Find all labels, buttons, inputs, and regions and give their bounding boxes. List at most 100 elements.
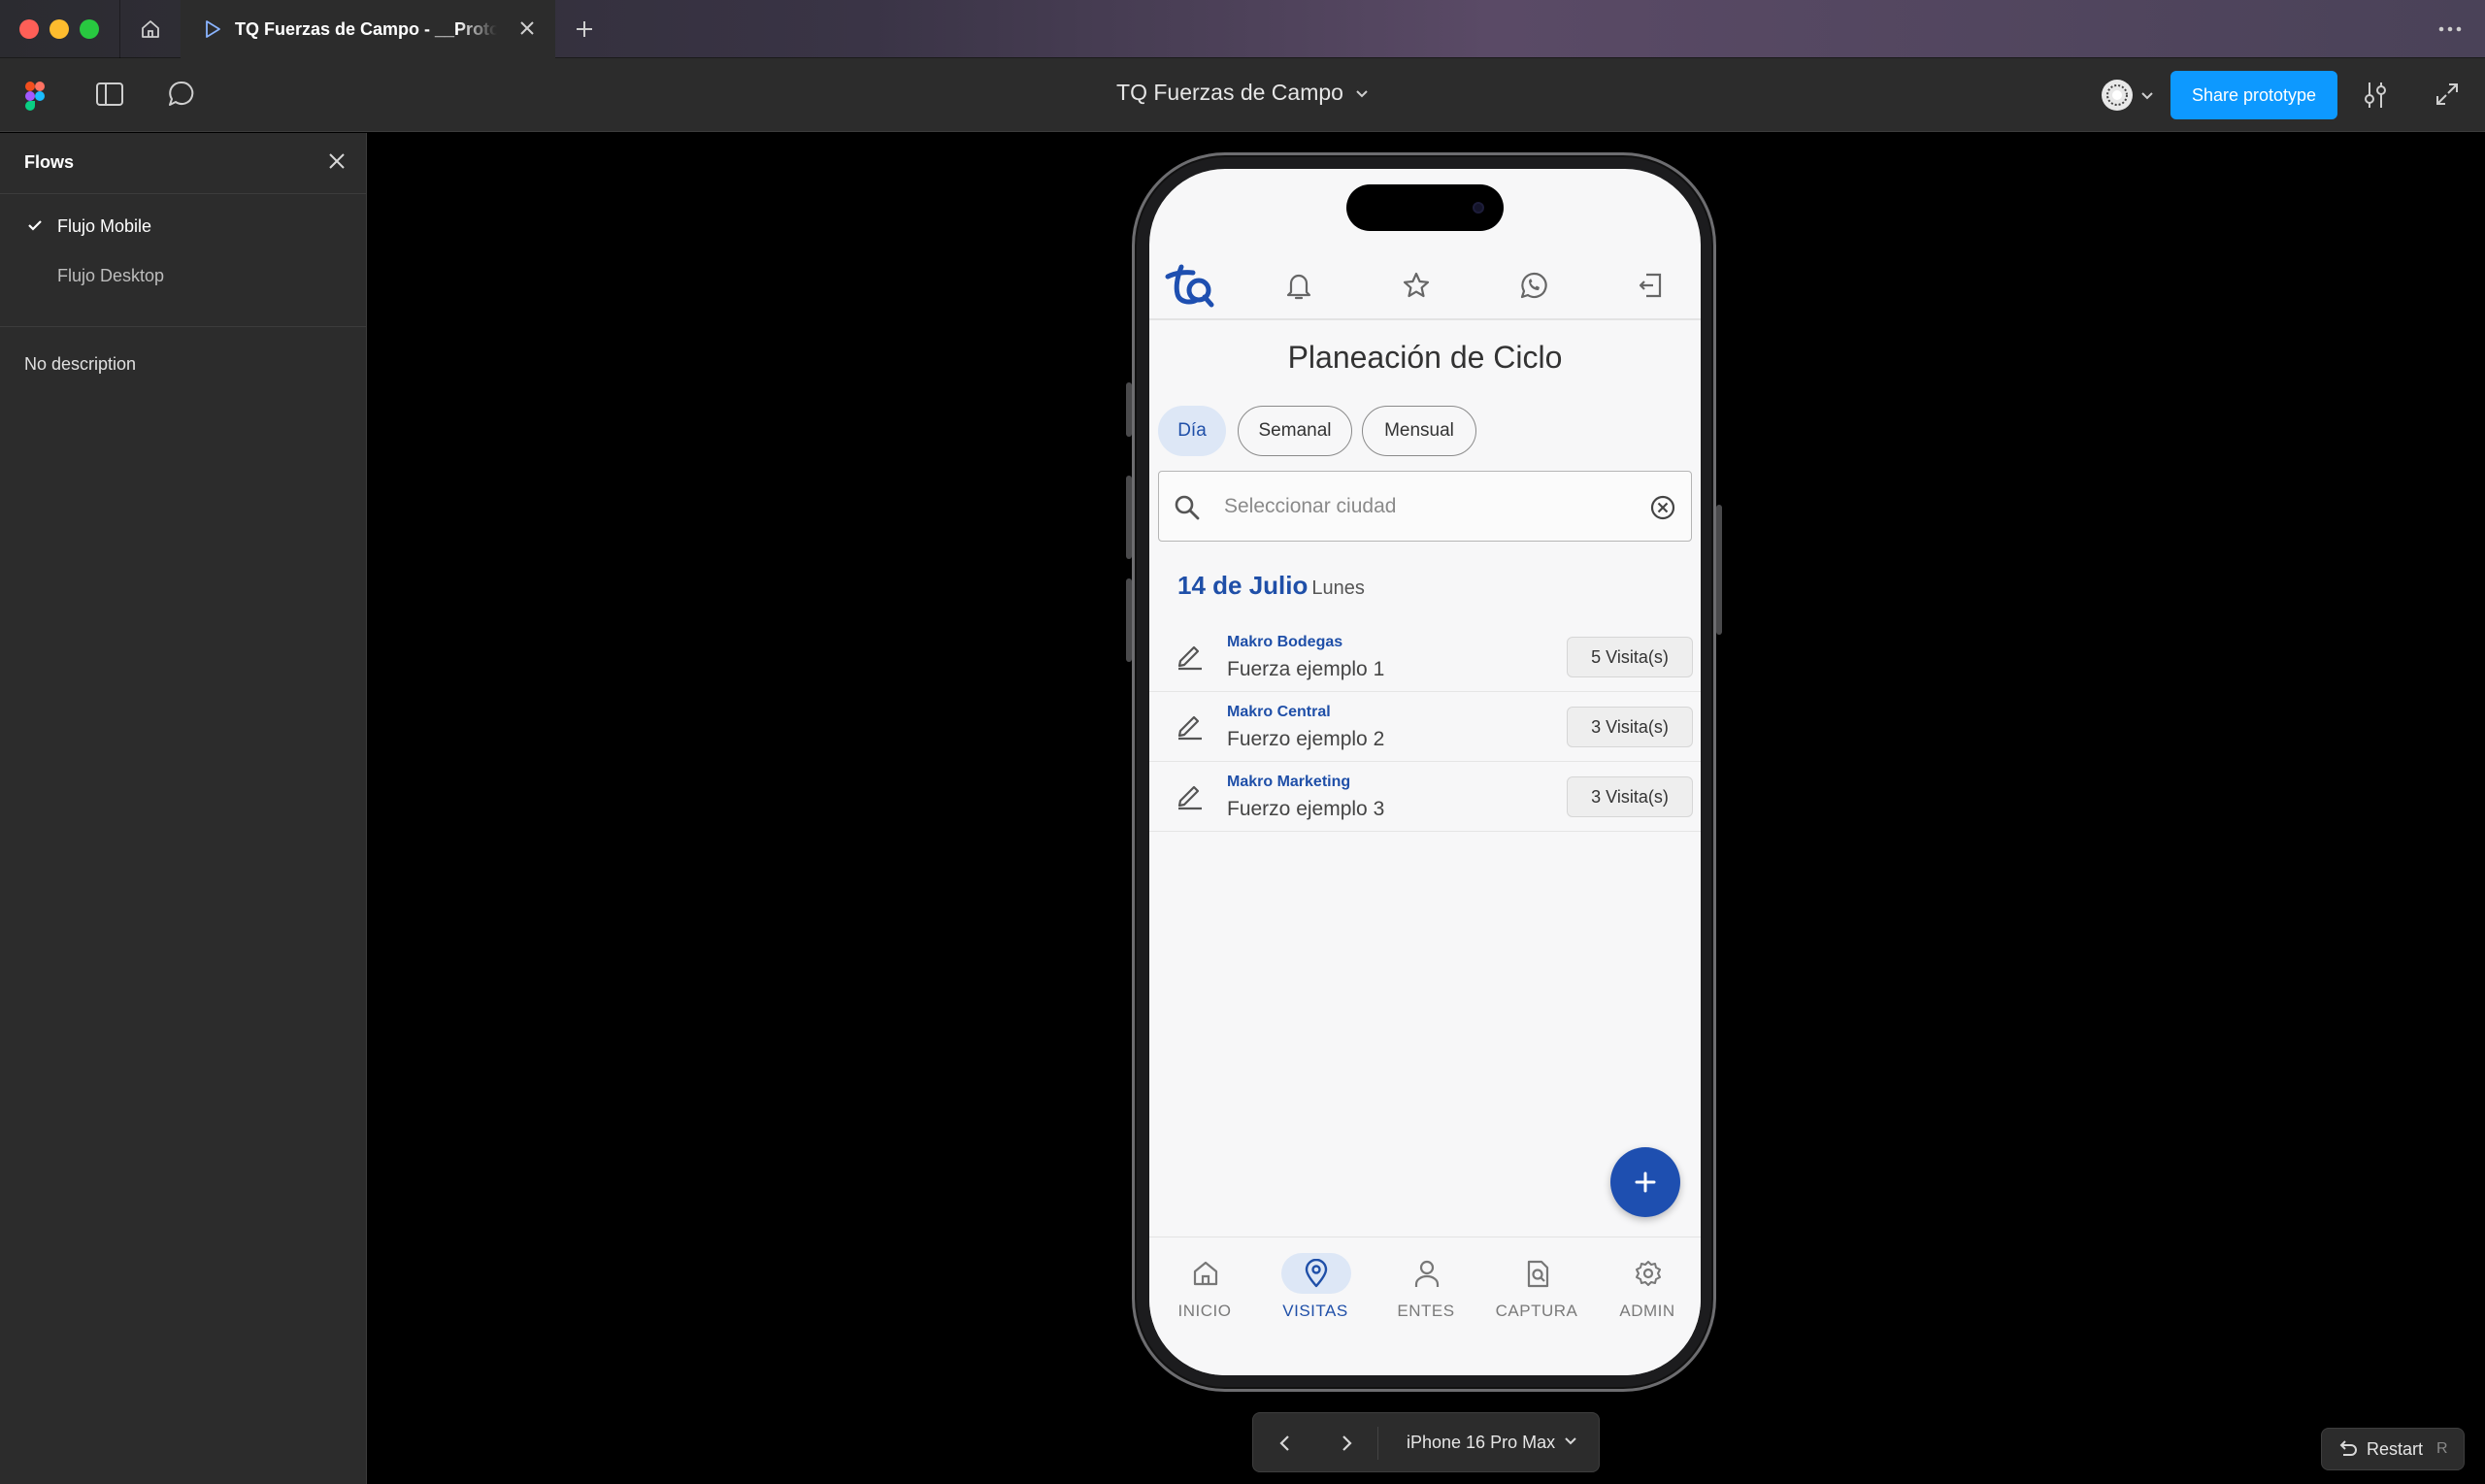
nav-item-inicio[interactable]: INICIO: [1149, 1237, 1260, 1344]
file-title-text: TQ Fuerzas de Campo: [1116, 80, 1343, 105]
divider: [0, 326, 367, 327]
document-search-icon: [1527, 1260, 1549, 1288]
phone-screen: Planeación de Ciclo Día Semanal Mensual …: [1149, 169, 1701, 1375]
tab-prototype[interactable]: TQ Fuerzas de Campo - __Prototipo: [181, 0, 555, 58]
force-name: Fuerzo ejemplo 2: [1227, 728, 1385, 750]
visit-count-badge[interactable]: 3 Visita(s): [1567, 707, 1693, 747]
list-item[interactable]: Makro Bodegas Fuerza ejemplo 1 5 Visita(…: [1149, 622, 1701, 692]
more-options-icon[interactable]: [2436, 16, 2464, 43]
star-icon: [1403, 272, 1430, 298]
flow-item-label: Flujo Mobile: [57, 215, 152, 236]
nav-label: VISITAS: [1282, 1302, 1348, 1320]
gear-icon: [1636, 1261, 1661, 1286]
window-maximize-button[interactable]: [80, 19, 99, 39]
restart-label: Restart: [2367, 1438, 2424, 1459]
date-heading: 14 de Julio Lunes: [1177, 571, 1365, 601]
clear-icon[interactable]: [1648, 493, 1677, 522]
plus-icon: [1635, 1171, 1656, 1193]
play-icon: [206, 20, 220, 38]
home-icon: [142, 20, 159, 38]
location-pin-icon: [1305, 1259, 1328, 1288]
logout-button[interactable]: [1631, 266, 1670, 305]
app-logo[interactable]: [1163, 264, 1215, 308]
client-name: Makro Central: [1227, 704, 1331, 720]
fullscreen-icon[interactable]: [2435, 82, 2460, 107]
chevron-down-icon[interactable]: [1564, 1436, 1577, 1446]
restart-button[interactable]: Restart R: [2321, 1428, 2465, 1470]
visit-count-badge[interactable]: 5 Visita(s): [1567, 637, 1693, 677]
add-button[interactable]: [1610, 1147, 1680, 1217]
window-close-button[interactable]: [19, 19, 39, 39]
flows-header: Flows: [0, 133, 367, 194]
flow-description: No description: [24, 354, 137, 374]
date-weekday: Lunes: [1311, 577, 1365, 599]
edit-icon[interactable]: [1175, 640, 1206, 671]
chevron-down-icon: [1356, 90, 1368, 98]
avatar[interactable]: [2100, 78, 2138, 113]
search-icon: [1175, 495, 1200, 520]
logout-icon: [1639, 273, 1662, 298]
nav-item-admin[interactable]: ADMIN: [1592, 1237, 1701, 1344]
list-item[interactable]: Makro Marketing Fuerzo ejemplo 3 3 Visit…: [1149, 762, 1701, 832]
flows-title: Flows: [24, 152, 75, 172]
nav-label: INICIO: [1177, 1302, 1232, 1320]
chevron-left-icon: [1279, 1435, 1289, 1451]
flows-panel: Flows Flujo Mobile Flujo Desktop No desc…: [0, 133, 367, 1484]
camera: [1473, 202, 1484, 214]
device-selector[interactable]: iPhone 16 Pro Max: [1407, 1433, 1555, 1453]
person-icon: [1414, 1260, 1440, 1287]
new-tab-icon[interactable]: [571, 16, 598, 43]
tab-mensual[interactable]: Mensual: [1362, 406, 1476, 456]
prototype-toolbar: TQ Fuerzas de Campo Share prototype: [0, 58, 2485, 132]
tab-title: TQ Fuerzas de Campo - __Prototipo: [235, 18, 497, 39]
device-controls: iPhone 16 Pro Max: [1252, 1412, 1600, 1472]
notifications-button[interactable]: [1279, 266, 1318, 305]
search-placeholder: Seleccionar ciudad: [1224, 495, 1397, 517]
window-minimize-button[interactable]: [50, 19, 69, 39]
dynamic-island: [1346, 184, 1504, 231]
favorites-button[interactable]: [1397, 266, 1436, 305]
checkmark-icon: [28, 220, 42, 231]
client-name: Makro Bodegas: [1227, 634, 1343, 650]
whatsapp-button[interactable]: [1514, 266, 1553, 305]
browser-title-bar: TQ Fuerzas de Campo - __Prototipo: [0, 0, 2485, 58]
divider: [1149, 318, 1701, 320]
bell-icon: [1286, 274, 1311, 300]
close-icon[interactable]: [326, 150, 348, 172]
edit-icon[interactable]: [1175, 709, 1206, 741]
edit-icon[interactable]: [1175, 779, 1206, 810]
home-icon: [1193, 1261, 1218, 1286]
volume-down-button: [1126, 578, 1132, 662]
force-name: Fuerza ejemplo 1: [1227, 658, 1385, 680]
nav-label: CAPTURA: [1495, 1302, 1578, 1320]
action-button: [1126, 382, 1132, 437]
settings-sliders-icon[interactable]: [2361, 80, 2390, 111]
tab-dia[interactable]: Día: [1158, 406, 1226, 456]
divider: [1377, 1427, 1378, 1460]
avatar-chevron-icon[interactable]: [2141, 92, 2153, 100]
flow-item-mobile[interactable]: Flujo Mobile: [0, 204, 367, 248]
visit-count-badge[interactable]: 3 Visita(s): [1567, 776, 1693, 817]
nav-label: ENTES: [1397, 1302, 1455, 1320]
list-item[interactable]: Makro Central Fuerzo ejemplo 2 3 Visita(…: [1149, 692, 1701, 762]
close-tab-icon[interactable]: [518, 19, 536, 37]
nav-label: ADMIN: [1619, 1302, 1675, 1320]
share-prototype-button[interactable]: Share prototype: [2170, 71, 2337, 119]
app-header: [1149, 256, 1701, 318]
nav-item-visitas[interactable]: VISITAS: [1260, 1237, 1371, 1344]
home-button[interactable]: [120, 0, 181, 58]
tab-semanal[interactable]: Semanal: [1238, 406, 1352, 456]
restart-icon: [2339, 1440, 2357, 1456]
restart-shortcut: R: [2436, 1440, 2448, 1457]
bottom-navigation: INICIO VISITAS ENTES CAPTURA ADMIN: [1149, 1237, 1701, 1375]
nav-item-captura[interactable]: CAPTURA: [1481, 1237, 1592, 1344]
flow-item-label: Flujo Desktop: [57, 265, 165, 285]
power-button: [1716, 505, 1722, 635]
next-frame-button[interactable]: [1328, 1424, 1367, 1463]
city-search-input[interactable]: Seleccionar ciudad: [1158, 471, 1692, 542]
previous-frame-button[interactable]: [1265, 1424, 1304, 1463]
force-name: Fuerzo ejemplo 3: [1227, 798, 1385, 820]
client-name: Makro Marketing: [1227, 774, 1351, 790]
nav-item-entes[interactable]: ENTES: [1371, 1237, 1481, 1344]
flow-item-desktop[interactable]: Flujo Desktop: [0, 253, 367, 298]
